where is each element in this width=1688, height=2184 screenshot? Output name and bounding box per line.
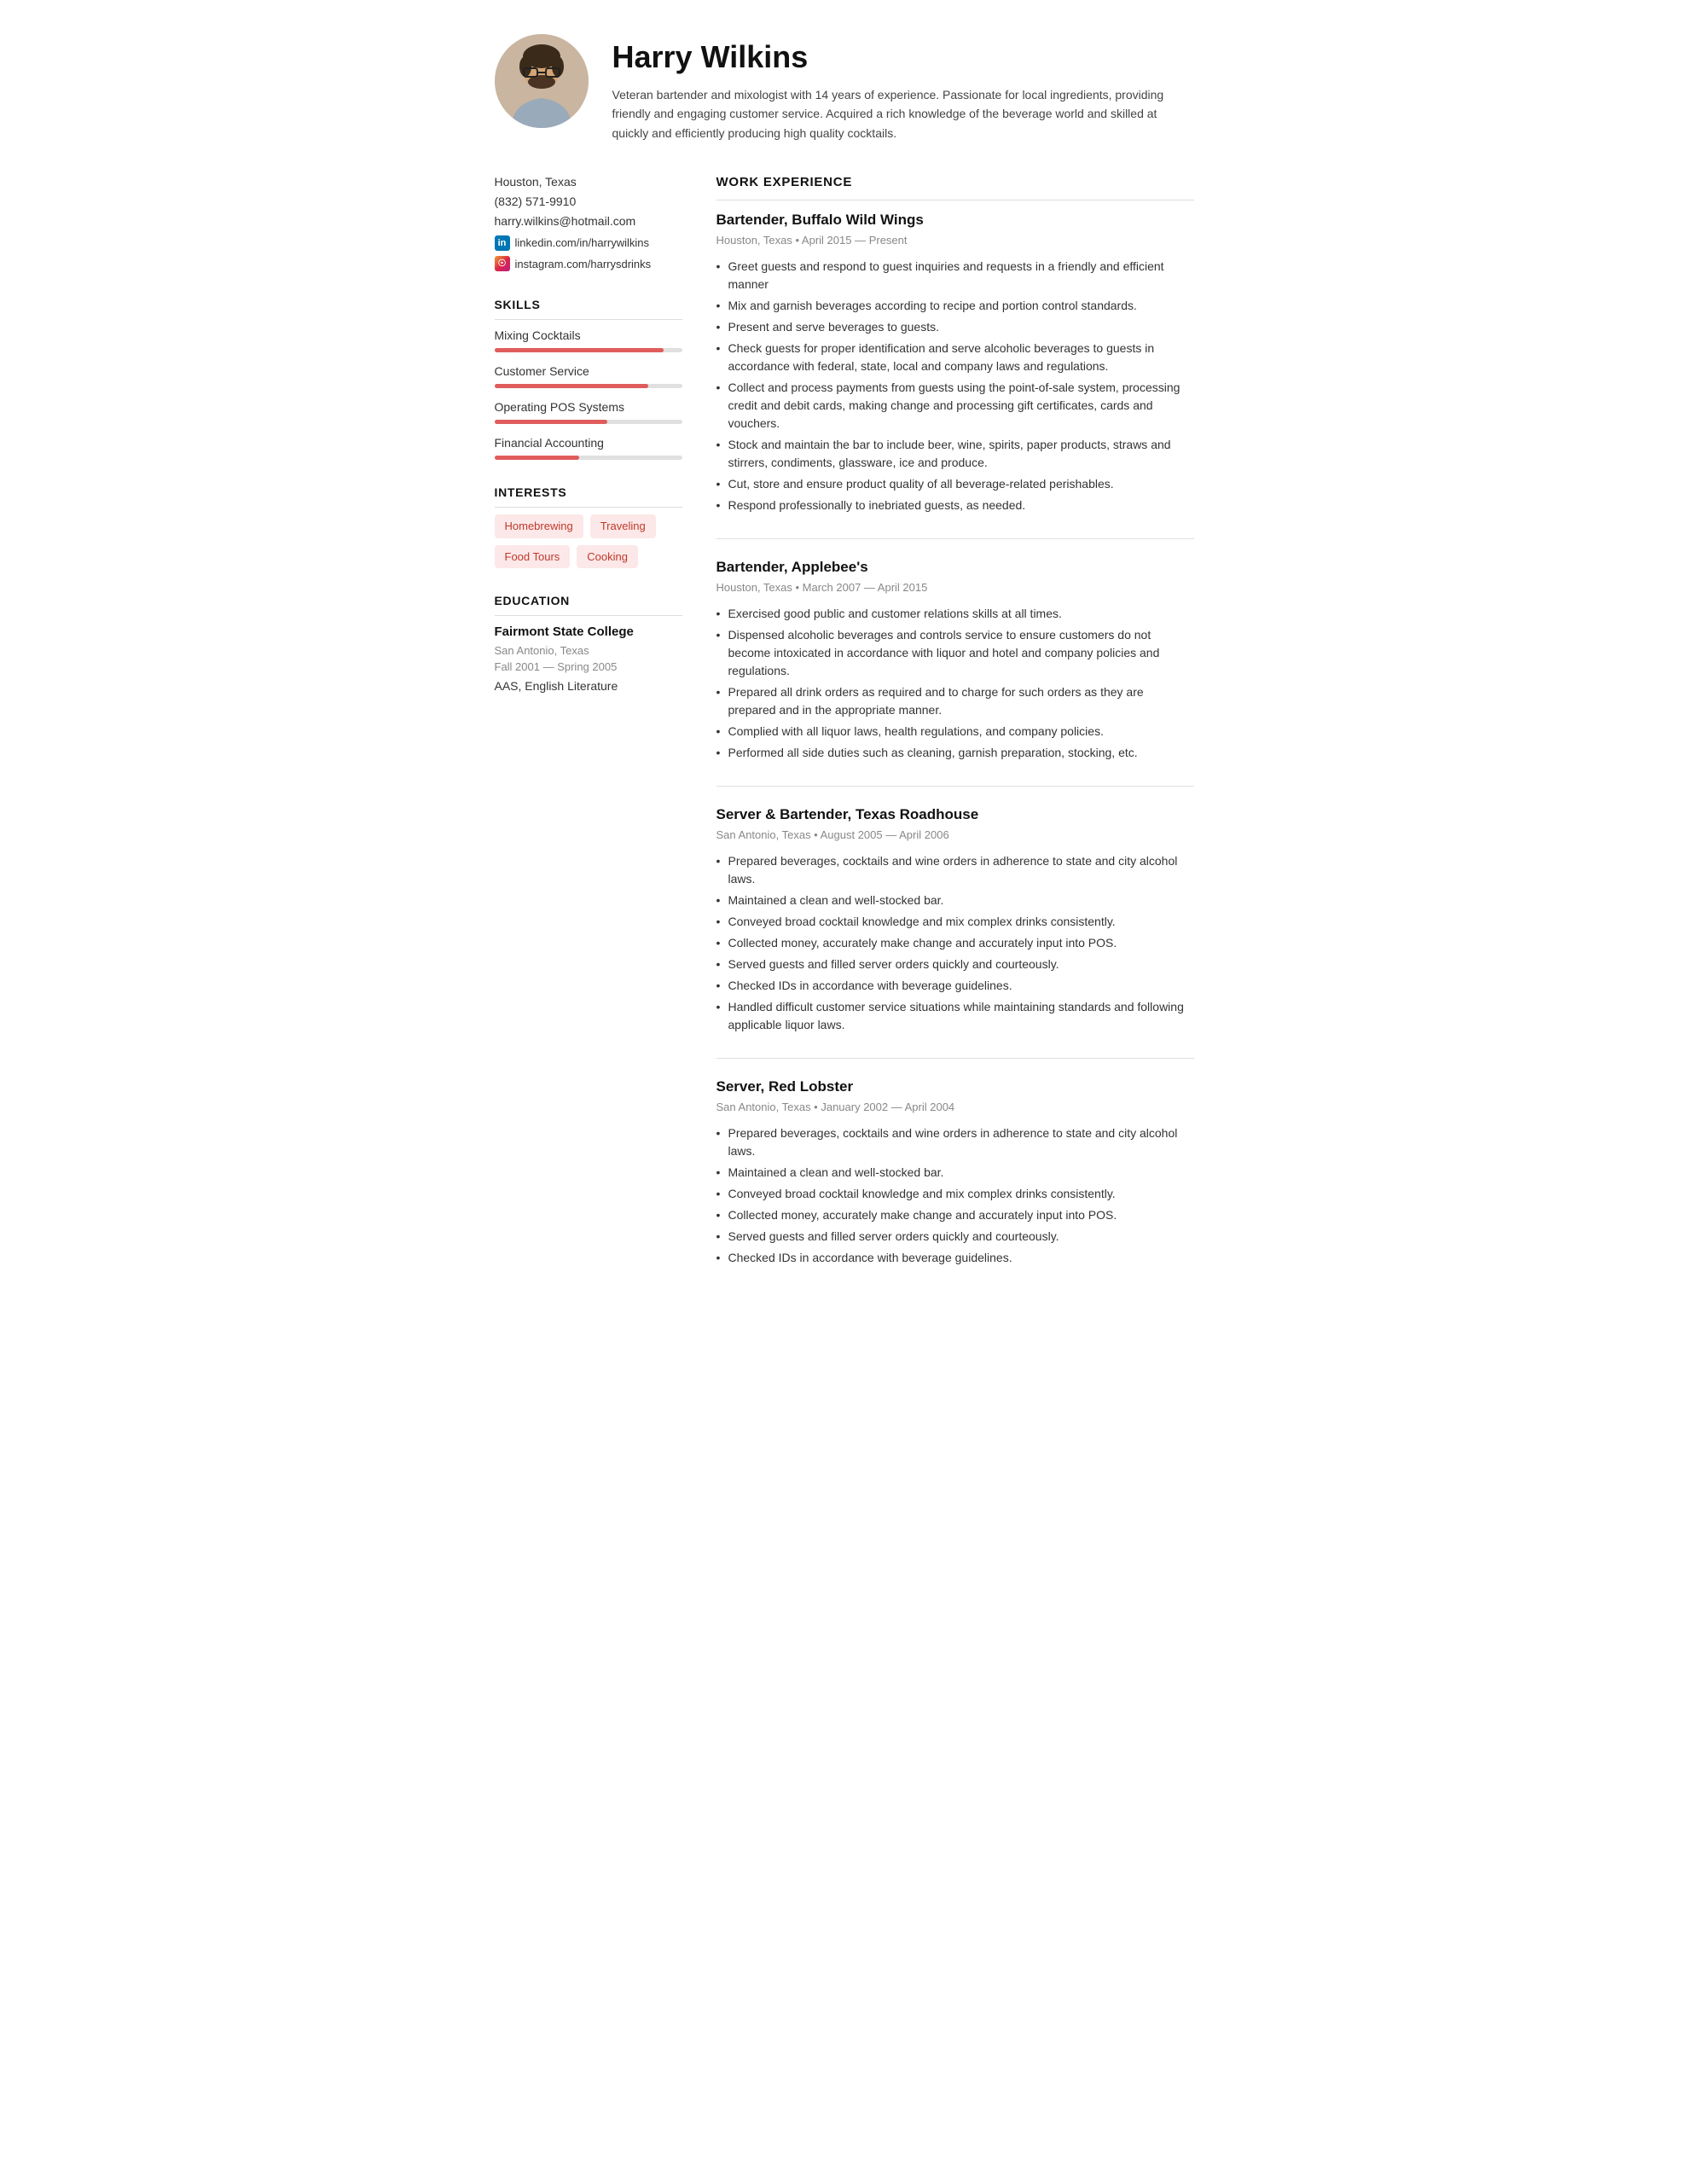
skills-list: Mixing Cocktails Customer Service Operat… [495, 327, 682, 460]
bullet: Handled difficult customer service situa… [716, 998, 1194, 1034]
skill-financial-accounting: Financial Accounting [495, 434, 682, 460]
avatar [495, 34, 589, 128]
work-title: WORK EXPERIENCE [716, 173, 1194, 200]
skill-bar-bg [495, 384, 682, 388]
bullet: Complied with all liquor laws, health re… [716, 723, 1194, 741]
job-meta: Houston, Texas • April 2015 — Present [716, 232, 1194, 249]
bullet: Prepared beverages, cocktails and wine o… [716, 852, 1194, 888]
instagram-url: instagram.com/harrysdrinks [515, 256, 652, 273]
job-meta: San Antonio, Texas • January 2002 — Apri… [716, 1099, 1194, 1116]
interests-tags: Homebrewing Traveling Food Tours Cooking [495, 514, 682, 568]
skill-bar-fill [495, 456, 579, 460]
bullet: Exercised good public and customer relat… [716, 605, 1194, 623]
bullet: Served guests and filled server orders q… [716, 956, 1194, 973]
job-bullets: Prepared beverages, cocktails and wine o… [716, 852, 1194, 1034]
skill-customer-service: Customer Service [495, 363, 682, 388]
bullet: Present and serve beverages to guests. [716, 318, 1194, 336]
job-texas-roadhouse: Server & Bartender, Texas Roadhouse San … [716, 804, 1194, 1034]
job-title: Bartender, Buffalo Wild Wings [716, 209, 1194, 231]
tag-food-tours: Food Tours [495, 545, 571, 569]
job-meta: San Antonio, Texas • August 2005 — April… [716, 827, 1194, 844]
instagram-icon: ☉ [495, 256, 510, 271]
contact-email: harry.wilkins@hotmail.com [495, 212, 682, 230]
tag-traveling: Traveling [590, 514, 656, 538]
job-buffalo-wild-wings: Bartender, Buffalo Wild Wings Houston, T… [716, 209, 1194, 514]
bullet: Checked IDs in accordance with beverage … [716, 977, 1194, 995]
contact-location: Houston, Texas [495, 173, 682, 191]
linkedin-url: linkedin.com/in/harrywilkins [515, 235, 650, 252]
skill-bar-bg [495, 456, 682, 460]
tag-homebrewing: Homebrewing [495, 514, 583, 538]
candidate-summary: Veteran bartender and mixologist with 14… [612, 85, 1194, 142]
skills-title: SKILLS [495, 296, 682, 320]
skill-name: Customer Service [495, 363, 682, 380]
bullet: Stock and maintain the bar to include be… [716, 436, 1194, 472]
edu-school: Fairmont State College [495, 623, 682, 642]
bullet: Conveyed broad cocktail knowledge and mi… [716, 913, 1194, 931]
bullet: Collected money, accurately make change … [716, 934, 1194, 952]
bullet: Maintained a clean and well-stocked bar. [716, 1164, 1194, 1182]
bullet: Served guests and filled server orders q… [716, 1228, 1194, 1246]
job-bullets: Exercised good public and customer relat… [716, 605, 1194, 762]
main-content: WORK EXPERIENCE Bartender, Buffalo Wild … [716, 173, 1194, 1291]
bullet: Prepared beverages, cocktails and wine o… [716, 1124, 1194, 1160]
edu-location: San Antonio, Texas [495, 642, 682, 659]
bullet: Dispensed alcoholic beverages and contro… [716, 626, 1194, 680]
divider [716, 538, 1194, 539]
bullet: Prepared all drink orders as required an… [716, 683, 1194, 719]
contact-phone: (832) 571-9910 [495, 193, 682, 211]
job-title: Bartender, Applebee's [716, 556, 1194, 578]
job-title: Server, Red Lobster [716, 1076, 1194, 1098]
instagram-row[interactable]: ☉ instagram.com/harrysdrinks [495, 256, 682, 273]
edu-date: Fall 2001 — Spring 2005 [495, 659, 682, 676]
job-meta: Houston, Texas • March 2007 — April 2015 [716, 579, 1194, 596]
body-layout: Houston, Texas (832) 571-9910 harry.wilk… [495, 173, 1194, 1291]
skill-pos-systems: Operating POS Systems [495, 398, 682, 424]
education-title: EDUCATION [495, 592, 682, 616]
candidate-name: Harry Wilkins [612, 34, 1194, 80]
sidebar: Houston, Texas (832) 571-9910 harry.wilk… [495, 173, 682, 1291]
skill-bar-fill [495, 384, 648, 388]
job-applebees: Bartender, Applebee's Houston, Texas • M… [716, 556, 1194, 762]
job-bullets: Prepared beverages, cocktails and wine o… [716, 1124, 1194, 1267]
divider [716, 1058, 1194, 1059]
bullet: Conveyed broad cocktail knowledge and mi… [716, 1185, 1194, 1203]
linkedin-row[interactable]: in linkedin.com/in/harrywilkins [495, 235, 682, 252]
skill-name: Financial Accounting [495, 434, 682, 452]
bullet: Greet guests and respond to guest inquir… [716, 258, 1194, 293]
skill-bar-fill [495, 348, 664, 352]
interests-section: INTERESTS Homebrewing Traveling Food Tou… [495, 484, 682, 568]
skill-name: Operating POS Systems [495, 398, 682, 416]
bullet: Mix and garnish beverages according to r… [716, 297, 1194, 315]
skill-bar-fill [495, 420, 607, 424]
header-info: Harry Wilkins Veteran bartender and mixo… [612, 34, 1194, 142]
contact-section: Houston, Texas (832) 571-9910 harry.wilk… [495, 173, 682, 272]
education-section: EDUCATION Fairmont State College San Ant… [495, 592, 682, 695]
interests-title: INTERESTS [495, 484, 682, 508]
skills-section: SKILLS Mixing Cocktails Customer Service [495, 296, 682, 460]
bullet: Performed all side duties such as cleani… [716, 744, 1194, 762]
bullet: Cut, store and ensure product quality of… [716, 475, 1194, 493]
skill-bar-bg [495, 348, 682, 352]
edu-degree: AAS, English Literature [495, 677, 682, 695]
bullet: Collect and process payments from guests… [716, 379, 1194, 433]
bullet: Checked IDs in accordance with beverage … [716, 1249, 1194, 1267]
skill-bar-bg [495, 420, 682, 424]
job-bullets: Greet guests and respond to guest inquir… [716, 258, 1194, 514]
bullet: Collected money, accurately make change … [716, 1206, 1194, 1224]
bullet: Check guests for proper identification a… [716, 340, 1194, 375]
skill-name: Mixing Cocktails [495, 327, 682, 345]
job-title: Server & Bartender, Texas Roadhouse [716, 804, 1194, 826]
header-section: Harry Wilkins Veteran bartender and mixo… [495, 34, 1194, 142]
divider [716, 786, 1194, 787]
skill-mixing-cocktails: Mixing Cocktails [495, 327, 682, 352]
bullet: Respond professionally to inebriated gue… [716, 497, 1194, 514]
tag-cooking: Cooking [577, 545, 638, 569]
bullet: Maintained a clean and well-stocked bar. [716, 892, 1194, 909]
job-red-lobster: Server, Red Lobster San Antonio, Texas •… [716, 1076, 1194, 1267]
resume-page: Harry Wilkins Veteran bartender and mixo… [461, 0, 1228, 1342]
linkedin-icon: in [495, 235, 510, 251]
